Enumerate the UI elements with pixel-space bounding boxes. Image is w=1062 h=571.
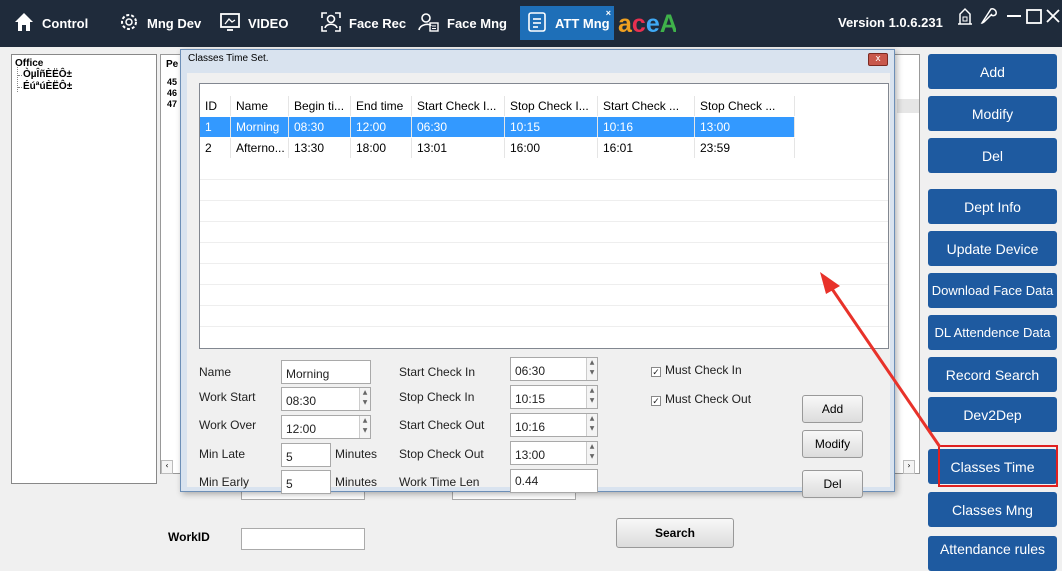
annotation-arrow [820,272,942,448]
